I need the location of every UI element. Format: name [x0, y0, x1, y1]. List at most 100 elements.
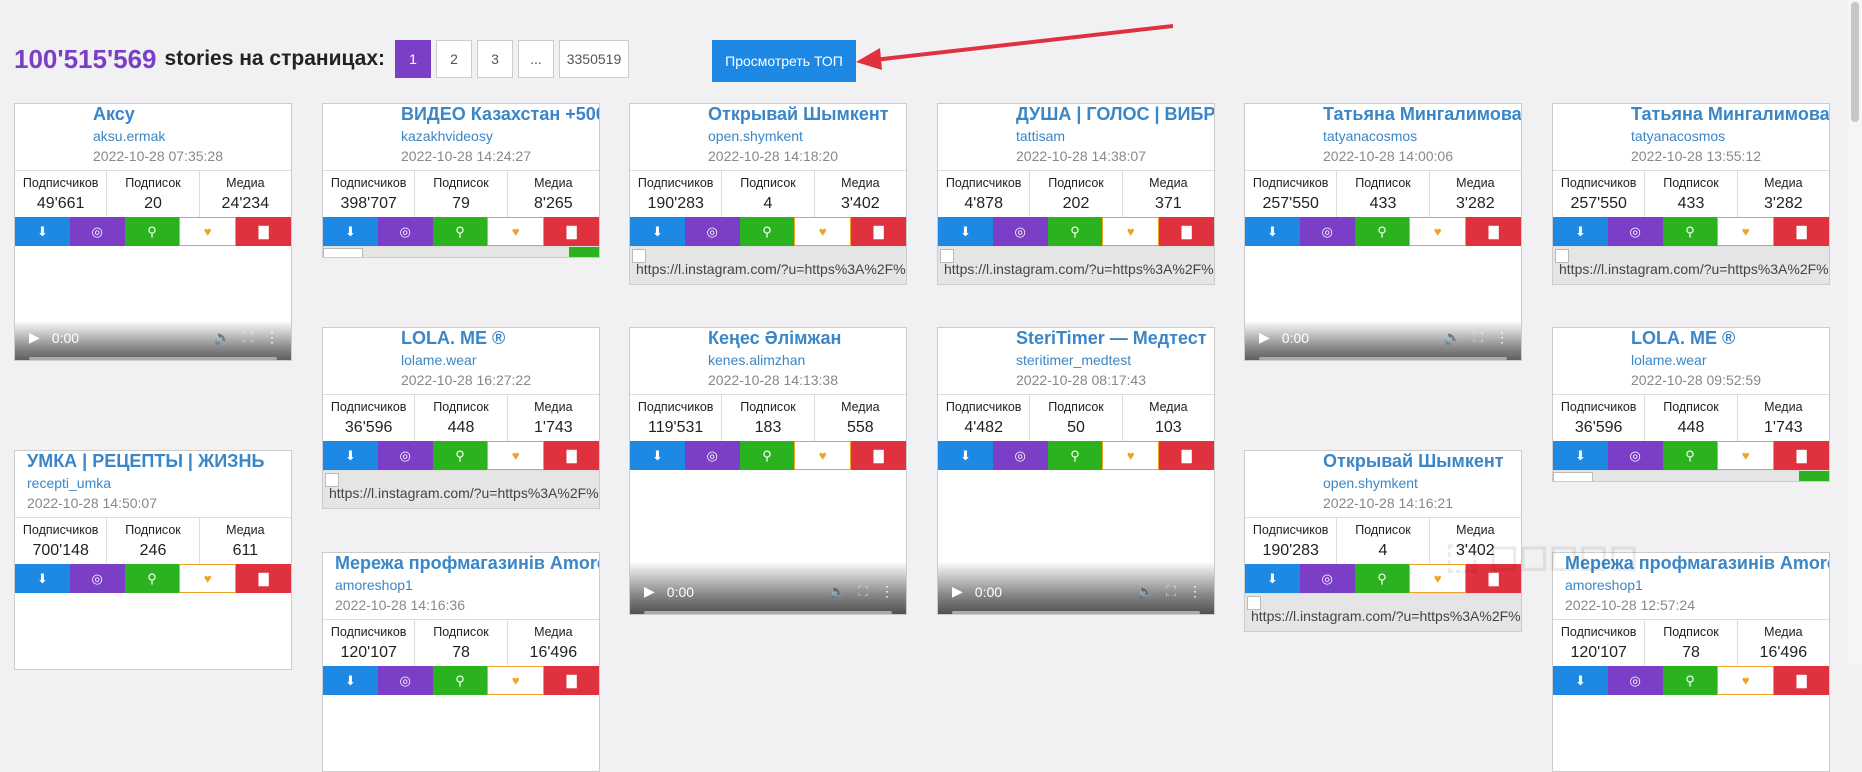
card-title[interactable]: Открывай Шымкент	[708, 104, 889, 125]
card-title-text[interactable]: Кеңес Әлімжан	[708, 328, 841, 348]
card-title-text[interactable]: Мережа профмагазинів Amore	[335, 553, 599, 573]
search-button[interactable]: ⚲	[739, 441, 795, 470]
stats-button[interactable]: ▇	[1774, 217, 1829, 246]
download-button[interactable]: ⬇	[938, 217, 993, 246]
search-button[interactable]: ⚲	[739, 217, 795, 246]
card-username[interactable]: kazakhvideosy	[401, 128, 493, 144]
favorite-button[interactable]: ♥	[487, 441, 545, 470]
volume-icon[interactable]: 🔈	[214, 329, 231, 346]
favorite-button[interactable]: ♥	[179, 564, 237, 593]
play-icon[interactable]: ▶	[952, 583, 963, 600]
card-title-text[interactable]: LOLA. ME ®	[401, 328, 505, 348]
card-username[interactable]: tatyanacosmos	[1631, 128, 1725, 144]
download-button[interactable]: ⬇	[938, 441, 993, 470]
download-button[interactable]: ⬇	[1553, 666, 1608, 695]
download-button[interactable]: ⬇	[1553, 217, 1608, 246]
instagram-button[interactable]: ◎	[1607, 666, 1663, 695]
search-button[interactable]: ⚲	[1662, 441, 1718, 470]
card-title-text[interactable]: Открывай Шымкент	[1323, 451, 1504, 471]
play-icon[interactable]: ▶	[29, 329, 40, 346]
card-username[interactable]: lolame.wear	[401, 352, 476, 368]
card-title-text[interactable]: Татьяна Мингалимова	[1631, 104, 1829, 124]
instagram-button[interactable]: ◎	[69, 564, 125, 593]
more-icon[interactable]: ⋮	[1188, 583, 1202, 600]
instagram-button[interactable]: ◎	[1299, 564, 1355, 593]
fullscreen-icon[interactable]: ⛶	[1166, 583, 1176, 600]
instagram-button[interactable]: ◎	[377, 441, 433, 470]
fullscreen-icon[interactable]: ⛶	[1473, 329, 1483, 346]
card-title[interactable]: ВИДЕО Казахстан +500K	[401, 104, 599, 125]
stats-button[interactable]: ▇	[236, 217, 291, 246]
card-title[interactable]: Татьяна Мингалимова🐆	[1631, 104, 1829, 125]
more-icon[interactable]: ⋮	[1495, 329, 1509, 346]
card-title-text[interactable]: LOLA. ME ®	[1631, 328, 1735, 348]
card-title[interactable]: Татьяна Мингалимова🐆	[1323, 104, 1521, 125]
volume-icon[interactable]: 🔈	[1444, 329, 1461, 346]
instagram-button[interactable]: ◎	[992, 441, 1048, 470]
card-title-text[interactable]: Аксу	[93, 104, 135, 124]
stats-button[interactable]: ▇	[236, 564, 291, 593]
instagram-button[interactable]: ◎	[992, 217, 1048, 246]
card-username[interactable]: steritimer_medtest	[1016, 352, 1131, 368]
download-button[interactable]: ⬇	[323, 217, 378, 246]
stats-button[interactable]: ▇	[851, 441, 906, 470]
card-username[interactable]: amoreshop1	[335, 577, 413, 593]
search-button[interactable]: ⚲	[124, 217, 180, 246]
card-username[interactable]: open.shymkent	[708, 128, 803, 144]
download-button[interactable]: ⬇	[323, 666, 378, 695]
card-title[interactable]: SteriTimer — Медтест	[1016, 328, 1207, 349]
download-button[interactable]: ⬇	[323, 441, 378, 470]
instagram-button[interactable]: ◎	[684, 217, 740, 246]
video-player[interactable]: ▶ 0:00 🔈 ⛶ ⋮	[15, 246, 291, 360]
search-button[interactable]: ⚲	[1047, 217, 1103, 246]
stats-button[interactable]: ▇	[544, 666, 599, 695]
video-progress[interactable]	[952, 611, 1200, 614]
download-button[interactable]: ⬇	[1553, 441, 1608, 470]
search-button[interactable]: ⚲	[432, 441, 488, 470]
search-go-button[interactable]: ⚲	[1799, 471, 1829, 481]
instagram-button[interactable]: ◎	[377, 666, 433, 695]
search-button[interactable]: ⚲	[1354, 217, 1410, 246]
card-username[interactable]: recepti_umka	[27, 475, 111, 491]
instagram-button[interactable]: ◎	[684, 441, 740, 470]
card-title[interactable]: Кеңес Әлімжан	[708, 328, 841, 349]
video-player[interactable]: ▶ 0:00 🔈 ⛶ ⋮	[1245, 246, 1521, 360]
search-go-button[interactable]: ⚲	[569, 247, 599, 257]
download-button[interactable]: ⬇	[1245, 564, 1300, 593]
play-icon[interactable]: ▶	[644, 583, 655, 600]
card-title[interactable]: Открывай Шымкент	[1323, 451, 1504, 472]
search-button[interactable]: ⚲	[1047, 441, 1103, 470]
card-username[interactable]: open.shymkent	[1323, 475, 1418, 491]
stats-button[interactable]: ▇	[851, 217, 906, 246]
favorite-button[interactable]: ♥	[1717, 666, 1775, 695]
favorite-button[interactable]: ♥	[794, 217, 852, 246]
external-link[interactable]: https://l.instagram.com/?u=https%3A%2F%2	[1559, 261, 1829, 277]
volume-icon[interactable]: 🔈	[1137, 583, 1154, 600]
favorite-button[interactable]: ♥	[1717, 217, 1775, 246]
favorite-button[interactable]: ♥	[179, 217, 237, 246]
card-username[interactable]: tattisam	[1016, 128, 1065, 144]
instagram-button[interactable]: ◎	[377, 217, 433, 246]
favorite-button[interactable]: ♥	[1409, 217, 1467, 246]
play-icon[interactable]: ▶	[1259, 329, 1270, 346]
card-title-text[interactable]: ДУША | ГОЛОС | ВИБРАЦИЯ	[1016, 104, 1214, 124]
stats-button[interactable]: ▇	[1159, 441, 1214, 470]
fullscreen-icon[interactable]: ⛶	[858, 583, 868, 600]
card-title[interactable]: УМКА | РЕЦЕПТЫ | ЖИЗНЬ	[27, 451, 264, 472]
card-title[interactable]: Мережа профмагазинів Amore	[335, 553, 599, 574]
video-player[interactable]: ▶ 0:00 🔈 ⛶ ⋮	[938, 470, 1214, 614]
stats-button[interactable]: ▇	[1774, 441, 1829, 470]
favorite-button[interactable]: ♥	[1102, 441, 1160, 470]
download-button[interactable]: ⬇	[15, 564, 70, 593]
card-title[interactable]: LOLA. ME ®	[1631, 328, 1735, 349]
stats-button[interactable]: ▇	[1774, 666, 1829, 695]
more-icon[interactable]: ⋮	[265, 329, 279, 346]
download-button[interactable]: ⬇	[15, 217, 70, 246]
scrollbar[interactable]	[1848, 0, 1862, 665]
external-link[interactable]: https://l.instagram.com/?u=https%3A%2F%2	[329, 485, 599, 501]
video-player[interactable]: ▶ 0:00 🔈 ⛶ ⋮	[630, 470, 906, 614]
video-progress[interactable]	[644, 611, 892, 614]
card-username[interactable]: lolame.wear	[1631, 352, 1706, 368]
external-link[interactable]: https://l.instagram.com/?u=https%3A%2F%2	[944, 261, 1214, 277]
video-progress[interactable]	[29, 357, 277, 360]
